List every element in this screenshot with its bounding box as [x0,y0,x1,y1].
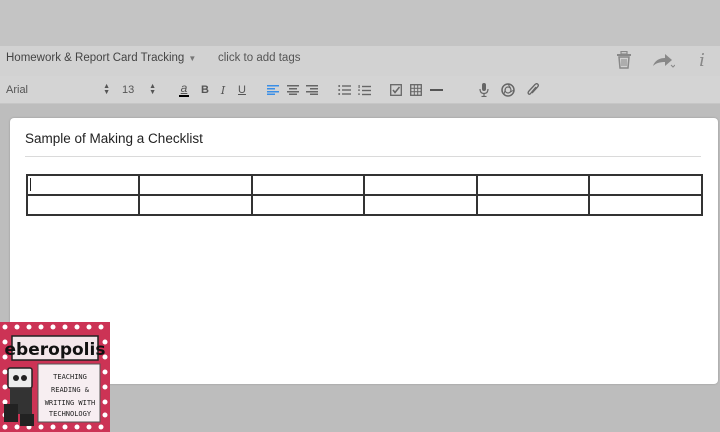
table-cell[interactable] [588,194,703,216]
note-editor[interactable]: Sample of Making a Checklist [10,118,718,384]
table-cell[interactable] [475,174,591,196]
notebook-selector[interactable]: Homework & Report Card Tracking ▼ [6,52,196,64]
tags-input[interactable]: click to add tags [218,52,300,64]
svg-text:eberopolis: eberopolis [5,340,106,360]
chevron-down-icon: ▼ [188,53,197,63]
bold-button[interactable]: B [198,82,212,98]
format-toolbar: Arial ▲ ▼ 13 ▲ ▼ a B I U [0,76,720,104]
align-right-icon[interactable] [305,82,319,98]
font-family-select[interactable]: Arial ▲ ▼ [6,82,110,98]
svg-text:READING &: READING & [51,386,90,394]
share-icon[interactable] [651,50,675,70]
font-family-value: Arial [6,84,29,96]
window-top-area [0,0,720,46]
text-color-label: a [180,81,188,95]
microphone-icon[interactable] [477,82,491,98]
align-left-icon[interactable] [266,82,280,98]
eberopolis-logo: eberopolis TEACHING READING & WRITING WI… [0,322,110,432]
table-cell[interactable] [138,194,253,216]
text-cursor [30,178,31,191]
trash-icon[interactable] [614,50,634,70]
stepper-icon: ▲ ▼ [103,83,110,96]
logo-graphic: eberopolis TEACHING READING & WRITING WI… [0,322,110,432]
table-cell[interactable] [588,174,703,196]
table-cell[interactable] [25,174,141,196]
paperclip-icon[interactable] [526,82,540,98]
checkbox-icon[interactable] [389,82,403,98]
notebook-label: Homework & Report Card Tracking [6,52,185,64]
table-cell[interactable] [475,194,591,216]
checklist-table[interactable] [25,174,703,216]
italic-button[interactable]: I [217,82,229,98]
svg-text:WRITING WITH: WRITING WITH [45,399,96,407]
camera-icon[interactable] [501,82,515,98]
color-swatch [179,95,189,97]
table-cell[interactable] [25,194,141,216]
font-size-select[interactable]: 13 ▲ ▼ [122,82,156,98]
note-title[interactable]: Sample of Making a Checklist [25,131,203,146]
numbered-list-icon[interactable] [357,82,371,98]
stepper-icon: ▲ ▼ [149,83,156,96]
table-cell[interactable] [138,174,253,196]
table-cell[interactable] [363,174,478,196]
info-icon[interactable]: i [692,50,712,71]
table-cell[interactable] [250,174,366,196]
svg-text:TECHNOLOGY: TECHNOLOGY [49,410,92,418]
font-size-value: 13 [122,84,135,96]
table-cell[interactable] [363,194,478,216]
text-color-button[interactable]: a [177,82,191,98]
table-row [25,194,703,216]
horizontal-rule-icon[interactable] [429,82,443,98]
svg-text:TEACHING: TEACHING [53,373,87,381]
table-row [25,174,703,196]
table-cell[interactable] [250,194,366,216]
divider [25,156,701,157]
table-icon[interactable] [409,82,423,98]
align-center-icon[interactable] [286,82,300,98]
bullet-list-icon[interactable] [337,82,351,98]
underline-button[interactable]: U [235,82,249,98]
